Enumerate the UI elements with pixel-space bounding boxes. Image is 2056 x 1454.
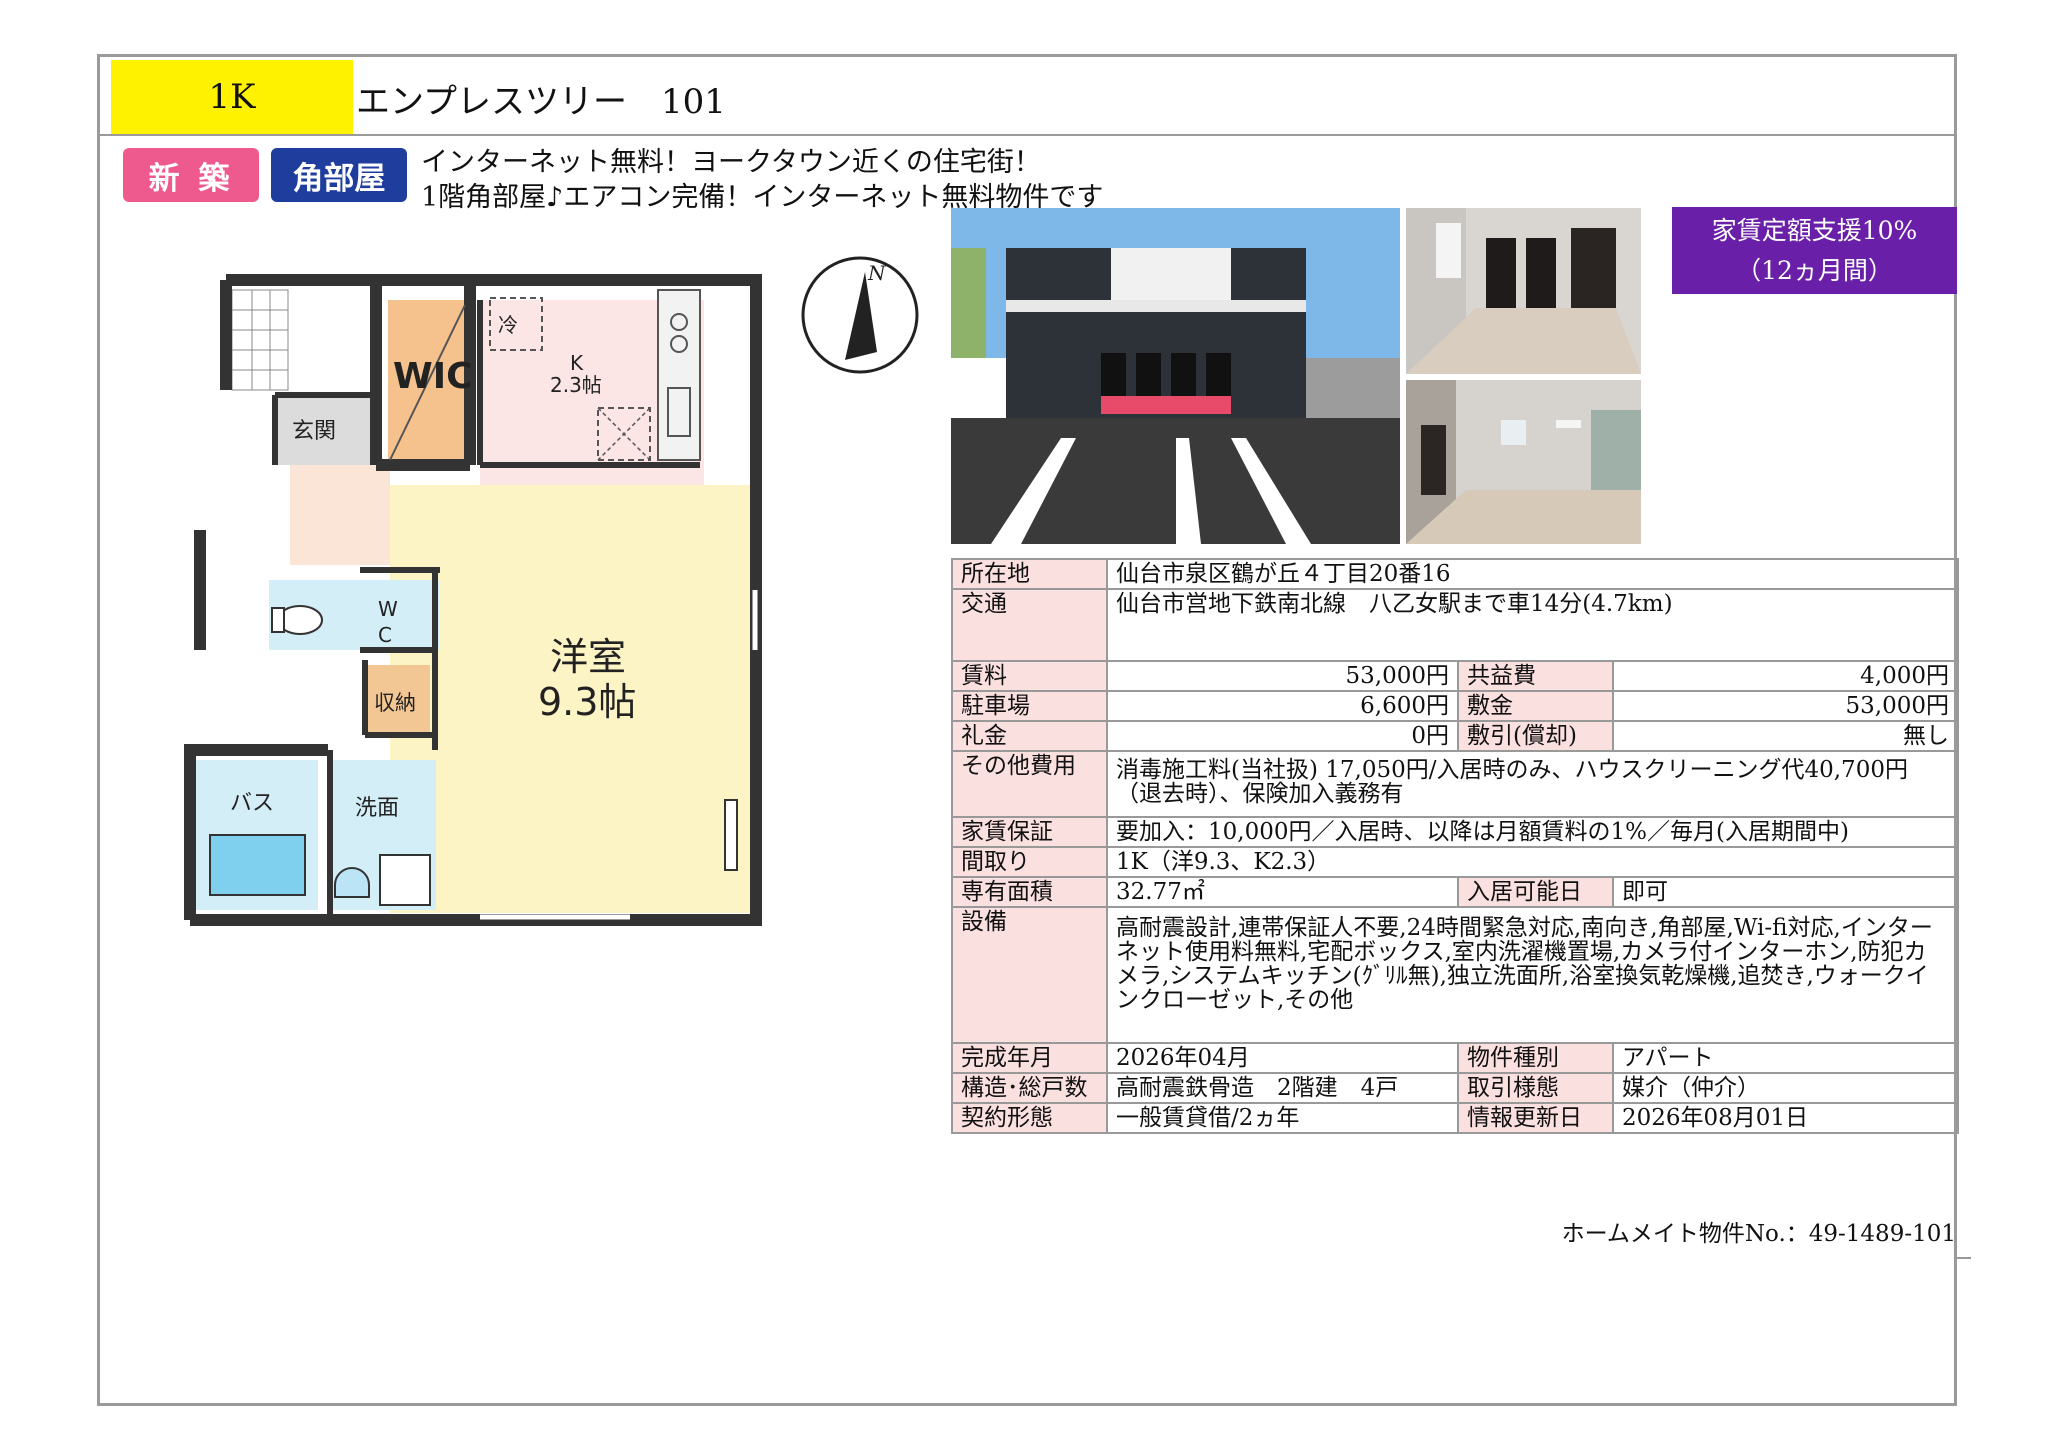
updated-value: 2026年08月01日 — [1612, 1102, 1959, 1134]
area-value: 32.77㎡ — [1106, 876, 1459, 908]
balcony-tiles — [231, 289, 289, 391]
table-row: 契約形態 一般賃貸借/2ヵ年 情報更新日 2026年08月01日 — [951, 1102, 1959, 1134]
room-name-label: 洋室 — [550, 635, 626, 679]
table-row: 構造･総戸数 高耐震鉄骨造 2階建 4戸 取引様態 媒介（仲介） — [951, 1072, 1959, 1104]
rent-label: 賃料 — [951, 660, 1108, 692]
table-row: 礼金 0円 敷引(償却) 無し — [951, 720, 1959, 752]
corner-room-badge: 角部屋 — [271, 148, 407, 202]
contract-value: 一般賃貸借/2ヵ年 — [1106, 1102, 1459, 1134]
key-money-value: 0円 — [1106, 720, 1459, 752]
built-value: 2026年04月 — [1106, 1042, 1459, 1074]
amortization-label: 敷引(償却) — [1457, 720, 1614, 752]
kitchen-size-label: 2.3帖 — [550, 373, 602, 397]
catchcopy-line1: インターネット無料！ヨークタウン近くの住宅街！ — [421, 147, 1041, 178]
kitchen-name-label: K — [570, 351, 584, 375]
window — [724, 799, 738, 871]
corridor-fill — [290, 465, 390, 565]
bath-label: バス — [230, 791, 274, 816]
parking-value: 6,600円 — [1106, 690, 1459, 722]
address-value: 仙台市泉区鶴が丘４丁目20番16 — [1106, 558, 1959, 590]
built-label: 完成年月 — [951, 1042, 1108, 1074]
rent-value: 53,000円 — [1106, 660, 1459, 692]
table-row: 完成年月 2026年04月 物件種別 アパート — [951, 1042, 1959, 1074]
rent-support-box: 家賃定額支援10% （12ヵ月間） — [1672, 207, 1957, 294]
move-in-label: 入居可能日 — [1457, 876, 1614, 908]
amortization-value: 無し — [1612, 720, 1959, 752]
floor-plan: WIC 玄関 冷 K 2.3帖 W C 収納 洋室 9.3帖 バス 洗面 — [184, 274, 762, 926]
facilities-label: 設備 — [951, 906, 1108, 1044]
area-label: 専有面積 — [951, 876, 1108, 908]
other-fees-label: その他費用 — [951, 750, 1108, 818]
rent-support-line1: 家賃定額支援10% — [1711, 216, 1918, 245]
deal-value: 媒介（仲介） — [1612, 1072, 1959, 1104]
kitchen-counter — [657, 289, 701, 461]
toilet-tank — [271, 607, 285, 633]
storage-label: 収納 — [374, 691, 416, 715]
table-row: 専有面積 32.77㎡ 入居可能日 即可 — [951, 876, 1959, 908]
guarantee-value: 要加入：10,000円／入居時、以降は月額賃料の1%／毎月(入居期間中) — [1106, 816, 1959, 848]
entrance-label: 玄関 — [292, 419, 336, 444]
table-row: 家賃保証 要加入：10,000円／入居時、以降は月額賃料の1%／毎月(入居期間中… — [951, 816, 1959, 848]
structure-label: 構造･総戸数 — [951, 1072, 1108, 1104]
wc-label-c: C — [378, 623, 392, 647]
kind-value: アパート — [1612, 1042, 1959, 1074]
layout-type-box: 1K — [111, 60, 353, 134]
move-in-value: 即可 — [1612, 876, 1959, 908]
kind-label: 物件種別 — [1457, 1042, 1614, 1074]
address-label: 所在地 — [951, 558, 1108, 590]
key-money-label: 礼金 — [951, 720, 1108, 752]
transport-value: 仙台市営地下鉄南北線 八乙女駅まで車14分(4.7km) — [1106, 588, 1959, 662]
new-build-badge: 新 築 — [123, 148, 259, 202]
contract-label: 契約形態 — [951, 1102, 1108, 1134]
other-fees-value: 消毒施工料(当社扱) 17,050円/入居時のみ、ハウスクリーニング代40,70… — [1106, 750, 1959, 818]
layout-type: 1K — [208, 77, 256, 117]
updated-label: 情報更新日 — [1457, 1102, 1614, 1134]
table-row: 交通 仙台市営地下鉄南北線 八乙女駅まで車14分(4.7km) — [951, 588, 1959, 662]
interior-photo-1 — [1406, 208, 1641, 374]
deposit-value: 53,000円 — [1612, 690, 1959, 722]
layout-label: 間取り — [951, 846, 1108, 878]
table-row: 間取り 1K（洋9.3、K2.3） — [951, 846, 1959, 878]
deposit-label: 敷金 — [1457, 690, 1614, 722]
wic-label: WIC — [393, 356, 473, 397]
property-name: エンプレスツリー 101 — [356, 82, 726, 122]
rent-support-line2: （12ヵ月間） — [1736, 256, 1893, 285]
header-divider — [100, 134, 1955, 136]
table-row: 設備 高耐震設計,連帯保証人不要,24時間緊急対応,南向き,角部屋,Wi-fi対… — [951, 906, 1959, 1044]
property-specs-table: 所在地 仙台市泉区鶴が丘４丁目20番16 交通 仙台市営地下鉄南北線 八乙女駅ま… — [951, 558, 1959, 1134]
washbasin — [334, 867, 370, 898]
table-row: 所在地 仙台市泉区鶴が丘４丁目20番16 — [951, 558, 1959, 590]
washroom-label: 洗面 — [355, 796, 399, 821]
interior-photo-2 — [1406, 380, 1641, 544]
table-row: 賃料 53,000円 共益費 4,000円 — [951, 660, 1959, 692]
bathtub — [209, 834, 306, 896]
washer-pan — [379, 854, 431, 906]
table-row: 駐車場 6,600円 敷金 53,000円 — [951, 690, 1959, 722]
property-number: ホームメイト物件No.：49-1489-101 — [1561, 1221, 1956, 1247]
common-fee-label: 共益費 — [1457, 660, 1614, 692]
fridge-label: 冷 — [498, 313, 518, 337]
deal-label: 取引様態 — [1457, 1072, 1614, 1104]
structure-value: 高耐震鉄骨造 2階建 4戸 — [1106, 1072, 1459, 1104]
north-compass-icon: N — [801, 256, 919, 374]
facilities-value: 高耐震設計,連帯保証人不要,24時間緊急対応,南向き,角部屋,Wi-fi対応,イ… — [1106, 906, 1959, 1044]
parking-label: 駐車場 — [951, 690, 1108, 722]
margin-tick — [1957, 1257, 1971, 1259]
common-fee-value: 4,000円 — [1612, 660, 1959, 692]
layout-value: 1K（洋9.3、K2.3） — [1106, 846, 1959, 878]
transport-label: 交通 — [951, 588, 1108, 662]
table-row: その他費用 消毒施工料(当社扱) 17,050円/入居時のみ、ハウスクリーニング… — [951, 750, 1959, 818]
room-size-label: 9.3帖 — [538, 680, 636, 724]
exterior-photo — [951, 208, 1400, 544]
north-label: N — [867, 261, 887, 285]
guarantee-label: 家賃保証 — [951, 816, 1108, 848]
wc-label-w: W — [378, 597, 398, 621]
